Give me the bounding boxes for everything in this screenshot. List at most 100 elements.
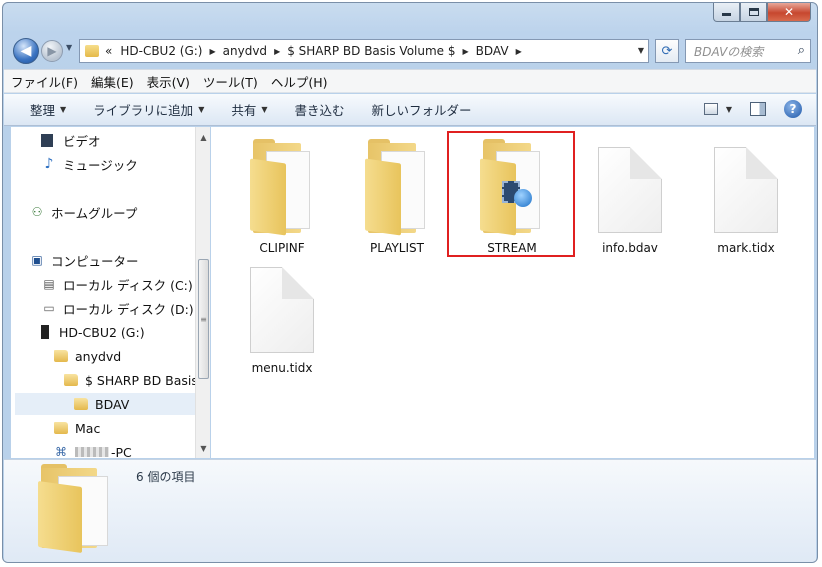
- menu-file[interactable]: ファイル(F): [11, 72, 78, 91]
- address-dropdown-icon[interactable]: ▼: [638, 46, 644, 55]
- nav-item-network-pc[interactable]: ⌘ -PC: [53, 441, 132, 459]
- document-icon: [714, 147, 778, 233]
- nav-item-drive-c[interactable]: ▤ ローカル ディスク (C:): [41, 273, 193, 295]
- nav-item-label: -PC: [111, 444, 132, 459]
- maximize-button[interactable]: [740, 3, 767, 22]
- breadcrumb-chevron-icon[interactable]: ▶: [274, 47, 280, 56]
- nav-item-computer[interactable]: ▣ コンピューター: [29, 249, 139, 271]
- navigation-row: ◀ ▶ ▼ « HD-CBU2 (G:) ▶ anydvd ▶ $ SHARP …: [11, 37, 811, 65]
- minimize-button[interactable]: [713, 3, 740, 22]
- menu-edit[interactable]: 編集(E): [91, 72, 134, 91]
- computer-icon: ▣: [31, 253, 43, 267]
- file-item-info-bdav[interactable]: info.bdav: [571, 135, 689, 257]
- video-icon: [41, 133, 53, 147]
- music-icon: ♪: [44, 156, 54, 172]
- nav-item-music[interactable]: ♪ ミュージック: [41, 153, 138, 175]
- minimize-icon: [722, 13, 731, 16]
- file-item-menu-tidx[interactable]: menu.tidx: [223, 255, 341, 377]
- close-icon: ✕: [783, 5, 795, 19]
- menu-tools[interactable]: ツール(T): [203, 72, 258, 91]
- folder-icon: [250, 139, 314, 236]
- search-input[interactable]: BDAVの検索 ⌕: [685, 39, 811, 63]
- nav-item-homegroup[interactable]: ⚇ ホームグループ: [29, 201, 138, 223]
- breadcrumb-item-volume[interactable]: $ SHARP BD Basis Volume $: [287, 44, 455, 58]
- nav-item-drive-g[interactable]: HD-CBU2 (G:): [41, 321, 145, 343]
- nav-item-drive-d[interactable]: ▭ ローカル ディスク (D:): [41, 297, 193, 319]
- file-item-clipinf[interactable]: CLIPINF: [223, 135, 341, 257]
- close-button[interactable]: ✕: [767, 3, 811, 22]
- preview-pane-icon[interactable]: [750, 102, 766, 116]
- scrollbar-thumb[interactable]: ≡: [198, 259, 209, 379]
- help-icon[interactable]: ?: [784, 100, 802, 118]
- add-to-library-label: ライブラリに追加: [93, 103, 194, 118]
- file-item-mark-tidx[interactable]: mark.tidx: [687, 135, 805, 257]
- nav-item-label: Mac: [75, 420, 101, 436]
- scroll-up-icon[interactable]: ▲: [196, 129, 211, 145]
- nav-item-mac[interactable]: Mac: [53, 417, 100, 439]
- details-pane: 6 個の項目: [4, 459, 816, 562]
- breadcrumb-item-bdav[interactable]: BDAV: [476, 44, 509, 58]
- folder-icon: [54, 350, 68, 362]
- nav-item-label: ビデオ: [63, 133, 101, 149]
- file-name: CLIPINF: [259, 241, 305, 255]
- menu-view[interactable]: 表示(V): [147, 72, 190, 91]
- refresh-button[interactable]: ⟳: [655, 39, 679, 63]
- forward-button[interactable]: ▶: [41, 40, 63, 62]
- menu-bar: ファイル(F) 編集(E) 表示(V) ツール(T) ヘルプ(H): [4, 69, 816, 93]
- folder-icon: [54, 422, 68, 434]
- organize-button[interactable]: 整理 ▼: [30, 100, 66, 119]
- refresh-icon: ⟳: [661, 43, 673, 59]
- navpane-scrollbar[interactable]: ▲ ≡ ▼: [195, 127, 210, 458]
- folder-icon: [64, 374, 78, 386]
- item-count: 6 個の項目: [136, 470, 196, 484]
- chevron-down-icon: ▼: [60, 105, 67, 114]
- new-folder-button[interactable]: 新しいフォルダー: [372, 100, 472, 119]
- burn-label: 書き込む: [294, 103, 345, 118]
- nav-item-label: HD-CBU2 (G:): [59, 324, 145, 340]
- maximize-icon: [748, 8, 759, 16]
- external-drive-icon: [41, 325, 49, 339]
- menu-help[interactable]: ヘルプ(H): [271, 72, 328, 91]
- folder-icon: [74, 398, 88, 410]
- folder-icon: [365, 139, 429, 236]
- breadcrumb-chevron-icon[interactable]: ▶: [210, 47, 216, 56]
- nav-item-anydvd[interactable]: anydvd: [53, 345, 121, 367]
- share-button[interactable]: 共有 ▼: [231, 100, 267, 119]
- nav-item-sharp-volume[interactable]: $ SHARP BD Basis Volume $: [63, 369, 209, 391]
- drive-icon: ▤: [43, 277, 55, 291]
- file-item-playlist[interactable]: PLAYLIST: [338, 135, 456, 257]
- drive-icon: ▭: [43, 301, 55, 315]
- nav-item-label: anydvd: [75, 348, 122, 364]
- nav-item-video[interactable]: ビデオ: [41, 129, 101, 151]
- breadcrumb-overflow[interactable]: «: [105, 44, 112, 58]
- folder-icon: [53, 349, 69, 363]
- folder-icon: [73, 397, 89, 411]
- nav-item-label: コンピューター: [51, 253, 139, 269]
- nav-item-label: ローカル ディスク (C:): [63, 277, 193, 293]
- view-controls: ▼ ?: [703, 100, 802, 118]
- redacted-name: [75, 447, 109, 457]
- share-label: 共有: [231, 103, 257, 118]
- change-view-icon[interactable]: [703, 103, 718, 115]
- folder-icon: [63, 373, 79, 387]
- breadcrumb-chevron-icon[interactable]: ▶: [463, 47, 469, 56]
- add-to-library-button[interactable]: ライブラリに追加 ▼: [93, 100, 204, 119]
- nav-item-label: BDAV: [95, 396, 130, 412]
- chevron-down-icon: ▼: [198, 105, 205, 114]
- navigation-pane: ビデオ ♪ ミュージック ⚇ ホームグループ ▣ コンピューター ▤ ローカル …: [11, 127, 210, 458]
- breadcrumb-chevron-icon[interactable]: ▶: [516, 47, 522, 56]
- breadcrumb-item-anydvd[interactable]: anydvd: [223, 44, 267, 58]
- burn-button[interactable]: 書き込む: [295, 100, 345, 119]
- file-name: menu.tidx: [251, 361, 313, 375]
- back-button[interactable]: ◀: [13, 38, 39, 64]
- recent-pages-dropdown[interactable]: ▼: [66, 43, 72, 52]
- search-icon[interactable]: ⌕: [798, 43, 805, 58]
- explorer-window: ✕ ◀ ▶ ▼ « HD-CBU2 (G:) ▶ anydvd ▶ $ SHAR…: [2, 2, 818, 563]
- nav-item-bdav[interactable]: BDAV: [15, 393, 205, 415]
- scroll-down-icon[interactable]: ▼: [196, 440, 211, 456]
- breadcrumb-item-drive[interactable]: HD-CBU2 (G:): [120, 44, 202, 58]
- address-bar[interactable]: « HD-CBU2 (G:) ▶ anydvd ▶ $ SHARP BD Bas…: [79, 39, 649, 63]
- file-name: mark.tidx: [717, 241, 775, 255]
- view-options-dropdown-icon[interactable]: ▼: [726, 105, 732, 114]
- nav-item-label: ホームグループ: [51, 205, 138, 221]
